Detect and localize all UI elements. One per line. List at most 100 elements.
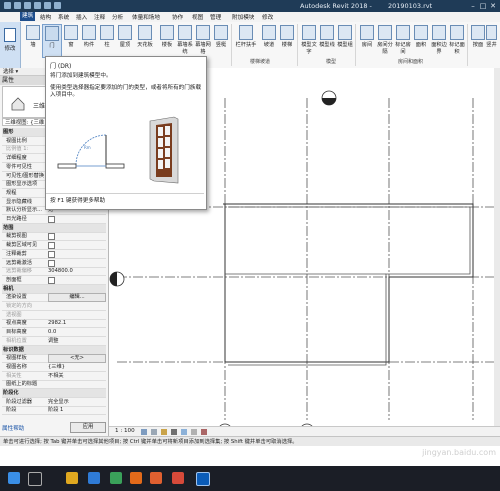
column-button[interactable]: 柱 — [98, 24, 116, 48]
stair-button[interactable]: 楼梯 — [278, 24, 296, 48]
door-button[interactable]: 门 — [42, 24, 62, 58]
crop-view-icon[interactable] — [181, 429, 187, 435]
save-icon[interactable] — [24, 2, 31, 9]
tab-structure[interactable]: 结构 — [40, 13, 51, 21]
property-row[interactable]: 阶段 阶段 1 — [2, 406, 106, 416]
property-row[interactable]: 渲染设置 编辑... — [2, 293, 106, 303]
property-button[interactable]: <无> — [48, 354, 106, 364]
properties-help-link[interactable]: 属性帮助 — [2, 424, 24, 432]
property-row[interactable]: 远剪裁激活 — [2, 259, 106, 268]
property-row[interactable]: 锁定的方向 — [2, 302, 106, 311]
tooltip-description: 将门添加到建筑模型中。 — [50, 73, 112, 79]
tab-view[interactable]: 视图 — [192, 13, 203, 21]
chrome-icon[interactable] — [130, 472, 142, 484]
tab-massing-site[interactable]: 体量和场地 — [132, 13, 160, 21]
quick-access-toolbar[interactable] — [4, 2, 61, 9]
model-group-button[interactable]: 模型组 — [336, 24, 354, 48]
grid-lines-vertical — [224, 98, 474, 420]
print-icon[interactable] — [54, 2, 61, 9]
property-row[interactable]: 相机位置 调整 — [2, 337, 106, 346]
property-row[interactable]: 目标高度 0.0 — [2, 328, 106, 338]
detail-level-icon[interactable] — [141, 429, 147, 435]
railing-button[interactable]: 栏杆扶手 — [234, 24, 258, 48]
redo-icon[interactable] — [44, 2, 51, 9]
vertical-scrollbar[interactable] — [494, 68, 500, 426]
property-row[interactable]: 远剪裁偏移 304800.0 — [2, 267, 106, 277]
property-row[interactable]: 注释裁剪 — [2, 250, 106, 259]
search-icon[interactable] — [28, 472, 42, 486]
edge-icon[interactable] — [88, 472, 100, 484]
area-button[interactable]: 面积 — [412, 24, 430, 48]
visual-style-icon[interactable] — [151, 429, 157, 435]
app-icon[interactable] — [172, 472, 184, 484]
roof-button[interactable]: 屋顶 — [116, 24, 134, 48]
property-row[interactable]: 裁剪视图 — [2, 232, 106, 242]
undo-icon[interactable] — [34, 2, 41, 9]
ramp-button[interactable]: 坡道 — [260, 24, 278, 48]
tag-area-button[interactable]: 标记面积 — [448, 24, 466, 55]
sun-path-icon[interactable] — [161, 429, 167, 435]
property-row[interactable]: 视图样板 <无> — [2, 354, 106, 364]
property-row[interactable]: 图纸上的标题 — [2, 380, 106, 390]
model-line-button[interactable]: 模型线 — [318, 24, 336, 48]
minimize-icon[interactable]: – — [468, 1, 478, 11]
property-row[interactable]: 阶段过滤器 完全显示 — [2, 398, 106, 407]
modify-button[interactable]: 修改 — [0, 22, 21, 68]
shaft-button[interactable]: 竖井 — [484, 24, 499, 48]
property-category[interactable]: 相机 — [2, 284, 106, 294]
property-checkbox[interactable] — [48, 250, 55, 258]
floor-button[interactable]: 楼板 — [158, 24, 176, 48]
property-category[interactable]: 阶段化 — [2, 389, 106, 398]
tab-modify[interactable]: 修改 — [262, 13, 273, 21]
mullion-button[interactable]: 竖梃 — [212, 24, 230, 48]
tab-insert[interactable]: 插入 — [76, 13, 87, 21]
wechat-icon[interactable] — [110, 472, 122, 484]
property-row[interactable]: 剖面框 — [2, 276, 106, 285]
property-checkbox[interactable] — [48, 233, 55, 241]
curtain-system-button[interactable]: 幕墙系统 — [176, 24, 194, 55]
property-checkbox[interactable] — [48, 259, 55, 267]
tab-addins[interactable]: 附加模块 — [232, 13, 254, 21]
property-row[interactable]: 视点高度 2982.1 — [2, 319, 106, 329]
property-category[interactable]: 标识数据 — [2, 345, 106, 355]
property-category[interactable]: 范围 — [2, 223, 106, 233]
show-crop-icon[interactable] — [191, 429, 197, 435]
property-row[interactable]: 透视图 — [2, 311, 106, 320]
property-row[interactable]: 视图名称 {三维} — [2, 363, 106, 372]
temporary-hide-icon[interactable] — [201, 429, 207, 435]
apply-button[interactable]: 应用 — [70, 422, 106, 433]
curtain-grid-button[interactable]: 幕墙网格 — [194, 24, 212, 55]
file-explorer-icon[interactable] — [66, 472, 78, 484]
app-menu-icon[interactable] — [4, 2, 11, 9]
tab-systems[interactable]: 系统 — [58, 13, 69, 21]
property-row[interactable]: 裁剪区域可见 — [2, 241, 106, 251]
area-boundary-button[interactable]: 面积边界 — [430, 24, 448, 55]
room-separator-button[interactable]: 房间分隔 — [376, 24, 394, 55]
tab-manage[interactable]: 管理 — [210, 13, 221, 21]
model-text-button[interactable]: 模型文字 — [300, 24, 318, 55]
view-scale[interactable]: 1 : 100 — [115, 428, 135, 434]
close-icon[interactable]: ✕ — [488, 1, 498, 11]
room-button[interactable]: 房间 — [358, 24, 376, 48]
property-checkbox[interactable] — [48, 216, 55, 223]
property-row[interactable]: 相关性 不相关 — [2, 372, 106, 381]
property-checkbox[interactable] — [48, 242, 55, 250]
property-checkbox[interactable] — [48, 276, 55, 284]
window-button[interactable]: 窗 — [62, 24, 80, 48]
open-icon[interactable] — [14, 2, 21, 9]
component-button[interactable]: 构件 — [80, 24, 98, 48]
tab-annotate[interactable]: 注释 — [94, 13, 105, 21]
start-icon[interactable] — [8, 472, 20, 484]
tag-room-button[interactable]: 标记房间 — [394, 24, 412, 55]
tab-architecture[interactable]: 建筑 — [20, 12, 36, 21]
wall-button[interactable]: 墙 — [24, 24, 42, 48]
property-button[interactable]: 编辑... — [48, 293, 106, 303]
ceiling-button[interactable]: 天花板 — [134, 24, 156, 48]
tab-analyze[interactable]: 分析 — [112, 13, 123, 21]
maximize-icon[interactable]: □ — [478, 1, 488, 11]
firefox-icon[interactable] — [150, 472, 162, 484]
shadows-icon[interactable] — [171, 429, 177, 435]
tab-collaborate[interactable]: 协作 — [172, 13, 183, 21]
revit-taskbar-icon[interactable] — [196, 472, 210, 486]
property-row[interactable]: 日光路径 — [2, 215, 106, 224]
